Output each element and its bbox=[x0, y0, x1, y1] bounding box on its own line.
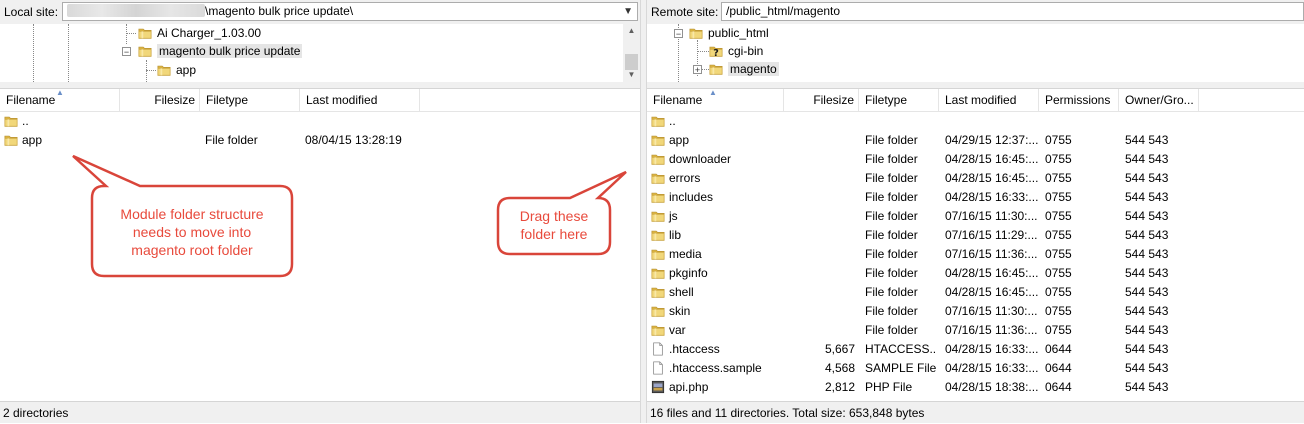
unknown-folder-icon bbox=[709, 44, 723, 58]
folder-icon bbox=[689, 26, 703, 40]
table-row[interactable]: includes File folder 04/28/15 16:33:... 075… bbox=[647, 188, 1304, 207]
sort-ascending-icon: ▲ bbox=[709, 88, 717, 97]
file-icon bbox=[651, 361, 665, 375]
folder-icon bbox=[651, 304, 665, 318]
column-owner-group[interactable]: Owner/Gro... bbox=[1119, 89, 1199, 111]
scroll-up-icon[interactable]: ▲ bbox=[623, 24, 640, 38]
local-directory-tree: Ai Charger_1.03.00 − magento bulk price … bbox=[0, 24, 640, 83]
redacted-path bbox=[67, 4, 205, 17]
local-status-bar: 2 directories bbox=[0, 401, 640, 423]
table-row[interactable]: skin File folder 07/16/15 11:30:... 0755 544… bbox=[647, 302, 1304, 321]
folder-icon bbox=[709, 62, 723, 76]
local-path-text: \magento bulk price update\ bbox=[205, 4, 354, 18]
table-row[interactable]: lib File folder 07/16/15 11:29:... 0755 544 … bbox=[647, 226, 1304, 245]
column-permissions[interactable]: Permissions bbox=[1039, 89, 1119, 111]
tree-node[interactable]: public_html bbox=[689, 24, 769, 42]
folder-icon bbox=[138, 44, 152, 58]
table-row[interactable]: var File folder 07/16/15 11:36:... 0755 544 … bbox=[647, 321, 1304, 340]
table-row[interactable]: .. bbox=[0, 112, 640, 131]
table-row[interactable]: .htaccess.sample 4,568 SAMPLE File 04/28/15… bbox=[647, 359, 1304, 378]
tree-node[interactable]: app bbox=[157, 61, 196, 79]
collapse-icon[interactable]: − bbox=[674, 29, 683, 39]
folder-icon bbox=[651, 228, 665, 242]
remote-directory-tree: − public_html cgi-bin + magento bbox=[647, 24, 1304, 83]
column-filesize[interactable]: Filesize bbox=[120, 89, 200, 111]
tree-node-selected[interactable]: magento bbox=[709, 60, 779, 78]
folder-icon bbox=[138, 26, 152, 40]
table-row[interactable]: .htaccess 5,667 HTACCESS... 04/28/15 16:33:… bbox=[647, 340, 1304, 359]
folder-icon bbox=[4, 133, 18, 147]
remote-site-path-combo[interactable]: /public_html/magento bbox=[721, 2, 1304, 21]
column-filesize[interactable]: Filesize bbox=[784, 89, 859, 111]
callout-text-left: Module folder structure needs to move in… bbox=[120, 206, 264, 258]
folder-icon bbox=[651, 152, 665, 166]
table-row[interactable]: js File folder 07/16/15 11:30:... 0755 544 5… bbox=[647, 207, 1304, 226]
folder-icon bbox=[651, 323, 665, 337]
remote-pane: Remote site: /public_html/magento − publ… bbox=[647, 0, 1304, 423]
chevron-down-icon[interactable]: ▼ bbox=[623, 3, 633, 20]
table-row[interactable]: app File folder 08/04/15 13:28:19 bbox=[0, 131, 640, 150]
collapse-icon[interactable]: − bbox=[122, 47, 131, 57]
remote-file-list-header: Filename ▲ Filesize Filetype Last modifi… bbox=[647, 89, 1304, 112]
local-site-bar: Local site: \magento bulk price update\ … bbox=[0, 0, 640, 25]
local-site-label: Local site: bbox=[4, 5, 59, 19]
column-last-modified[interactable]: Last modified bbox=[939, 89, 1039, 111]
folder-icon bbox=[651, 171, 665, 185]
folder-icon bbox=[157, 63, 171, 77]
pane-splitter[interactable] bbox=[640, 0, 647, 423]
table-row[interactable]: pkginfo File folder 04/28/15 16:45:... 0755… bbox=[647, 264, 1304, 283]
folder-icon bbox=[651, 247, 665, 261]
callout-text-right: Drag these folder here bbox=[519, 208, 589, 242]
sort-ascending-icon: ▲ bbox=[56, 88, 64, 97]
table-row[interactable]: downloader File folder 04/28/15 16:45:... 0… bbox=[647, 150, 1304, 169]
table-row[interactable]: app File folder 04/29/15 12:37:... 0755 544 … bbox=[647, 131, 1304, 150]
folder-icon bbox=[651, 266, 665, 280]
folder-icon bbox=[651, 285, 665, 299]
folder-icon bbox=[651, 114, 665, 128]
tree-scrollbar[interactable]: ▲ ▼ bbox=[623, 24, 640, 82]
remote-site-label: Remote site: bbox=[651, 5, 719, 19]
remote-path-text: /public_html/magento bbox=[726, 4, 841, 18]
remote-site-bar: Remote site: /public_html/magento bbox=[647, 0, 1304, 25]
table-row[interactable]: .. bbox=[647, 112, 1304, 131]
folder-icon bbox=[651, 190, 665, 204]
remote-status-bar: 16 files and 11 directories. Total size:… bbox=[647, 401, 1304, 423]
table-row[interactable]: media File folder 07/16/15 11:36:... 0755 54… bbox=[647, 245, 1304, 264]
php-file-icon bbox=[651, 380, 665, 394]
table-row[interactable]: api.php 2,812 PHP File 04/28/15 18:38:... 06… bbox=[647, 378, 1304, 397]
file-icon bbox=[651, 342, 665, 356]
folder-icon bbox=[651, 133, 665, 147]
tree-node-selected[interactable]: magento bulk price update bbox=[138, 42, 303, 60]
table-row[interactable]: shell File folder 04/28/15 16:45:... 0755 54… bbox=[647, 283, 1304, 302]
tree-node[interactable]: cgi-bin bbox=[709, 42, 763, 60]
column-last-modified[interactable]: Last modified bbox=[300, 89, 420, 111]
folder-icon bbox=[4, 114, 18, 128]
tree-node[interactable]: Ai Charger_1.03.00 bbox=[138, 24, 261, 42]
column-filetype[interactable]: Filetype bbox=[859, 89, 939, 111]
expand-icon[interactable]: + bbox=[693, 65, 702, 75]
scroll-down-icon[interactable]: ▼ bbox=[623, 68, 640, 82]
folder-icon bbox=[651, 209, 665, 223]
table-row[interactable]: errors File folder 04/28/15 16:45:... 0755 5… bbox=[647, 169, 1304, 188]
local-file-list-header: Filename ▲ Filesize Filetype Last modifi… bbox=[0, 89, 640, 112]
local-site-path-combo[interactable]: \magento bulk price update\ ▼ bbox=[62, 2, 638, 21]
column-filetype[interactable]: Filetype bbox=[200, 89, 300, 111]
